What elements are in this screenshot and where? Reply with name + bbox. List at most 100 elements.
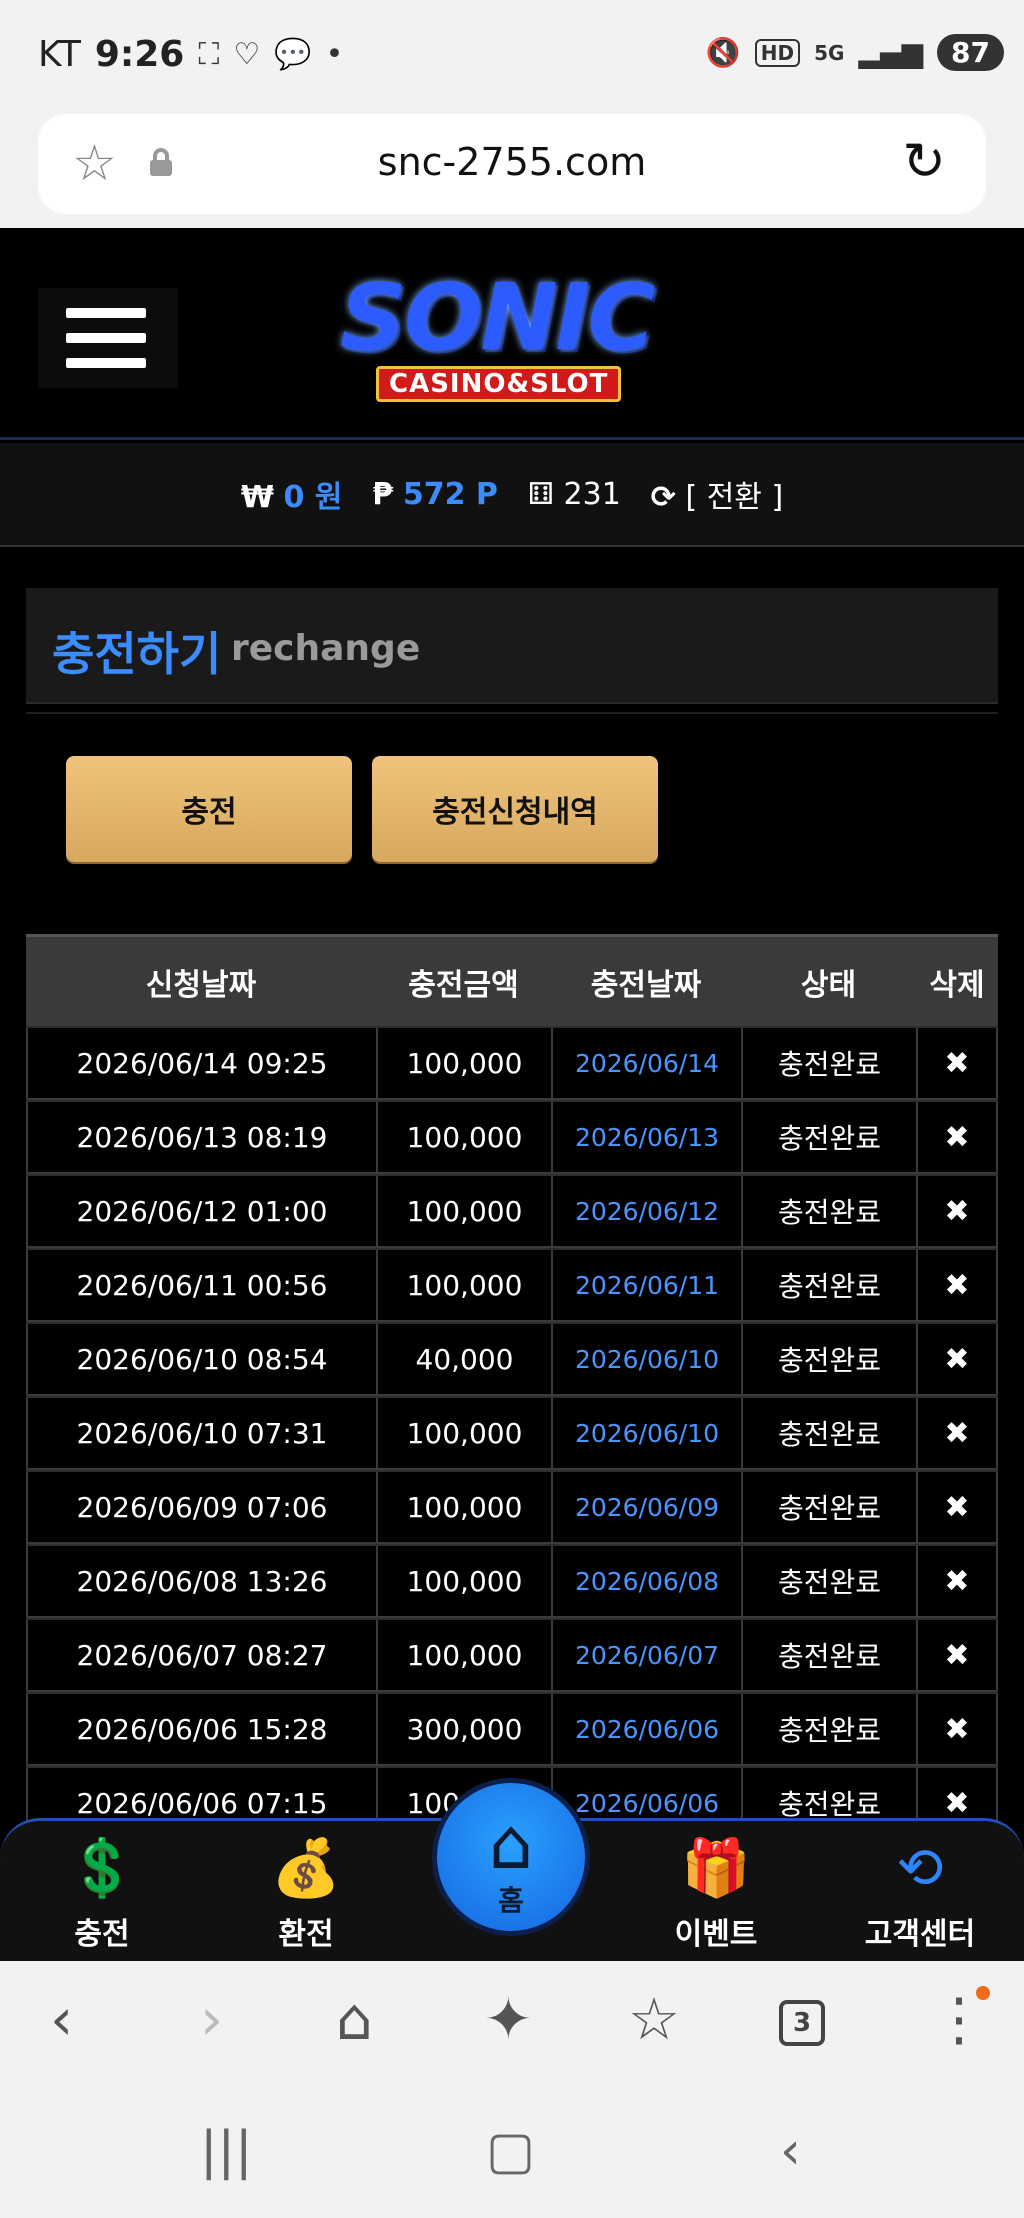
cell-charged-date: 2026/06/10: [551, 1398, 741, 1470]
table-row: 2026/06/11 00:56 100,000 2026/06/11 충전완료 ✖: [26, 1248, 998, 1322]
hand-money-icon: 💲: [67, 1836, 137, 1901]
cell-amount: 100,000: [376, 1250, 551, 1322]
browser-address-area: ☆ snc-2755.com ↻: [0, 112, 1024, 228]
header-charged-date: 충전날짜: [590, 967, 702, 1003]
dot-icon: •: [325, 37, 344, 72]
cell-requested-date: 2026/06/06 15:28: [26, 1694, 376, 1766]
nav-exchange-label: 환전: [278, 1917, 334, 1952]
delete-icon[interactable]: ✖: [916, 1398, 998, 1470]
recent-apps-icon[interactable]: |||: [200, 2121, 253, 2181]
dice-icon: ⚅: [527, 476, 554, 512]
nav-home-button[interactable]: ⌂ 홈: [432, 1778, 590, 1936]
cell-requested-date: 2026/06/10 08:54: [26, 1324, 376, 1396]
bookmarks-icon[interactable]: ☆: [628, 1989, 680, 2049]
battery-indicator: 87: [937, 34, 1004, 71]
cell-charged-date: 2026/06/14: [551, 1028, 741, 1100]
table-row: 2026/06/14 09:25 100,000 2026/06/14 충전완료 ✖: [26, 1026, 998, 1100]
chip-balance: ⚅ 231: [528, 477, 621, 512]
hd-icon: HD: [754, 38, 801, 67]
delete-icon[interactable]: ✖: [916, 1620, 998, 1692]
cell-charged-date: 2026/06/09: [551, 1472, 741, 1544]
support-24-icon: ⟲: [896, 1836, 944, 1901]
address-bar[interactable]: ☆ snc-2755.com ↻: [38, 114, 986, 214]
menu-button[interactable]: [38, 288, 178, 388]
delete-icon[interactable]: ✖: [916, 1324, 998, 1396]
won-value: 0 원: [283, 480, 343, 515]
charge-history-button[interactable]: 충전신청내역: [372, 756, 658, 862]
delete-icon[interactable]: ✖: [916, 1546, 998, 1618]
hamburger-line: [66, 358, 146, 368]
table-row: 2026/06/07 08:27 100,000 2026/06/07 충전완료 ✖: [26, 1618, 998, 1692]
switch-button[interactable]: ⟳ [ 전환 ]: [651, 472, 783, 516]
delete-icon[interactable]: ✖: [916, 1028, 998, 1100]
tabs-button[interactable]: 3: [779, 2000, 825, 2046]
cell-amount: 300,000: [376, 1694, 551, 1766]
delete-icon[interactable]: ✖: [916, 1176, 998, 1248]
cell-charged-date: 2026/06/13: [551, 1102, 741, 1174]
table-row: 2026/06/10 07:31 100,000 2026/06/10 충전완료 ✖: [26, 1396, 998, 1470]
section-header: 충전하기 rechange: [26, 588, 998, 704]
system-home-icon[interactable]: ▢: [486, 2121, 535, 2181]
gift-icon: 🎁: [681, 1836, 751, 1901]
cell-amount: 40,000: [376, 1324, 551, 1396]
nav-home-label: 홈: [498, 1884, 524, 1917]
sparkle-icon[interactable]: ✦: [484, 1989, 533, 2049]
refresh-icon: ⟳: [650, 480, 676, 515]
hamburger-line: [66, 308, 146, 318]
cell-requested-date: 2026/06/12 01:00: [26, 1176, 376, 1248]
cell-requested-date: 2026/06/07 08:27: [26, 1620, 376, 1692]
nav-charge[interactable]: 💲 충전: [22, 1821, 182, 1964]
cell-requested-date: 2026/06/08 13:26: [26, 1546, 376, 1618]
header-amount: 충전금액: [408, 967, 519, 1003]
logo-main-text: SONIC: [340, 264, 655, 371]
table-row: 2026/06/08 13:26 100,000 2026/06/08 충전완료 ✖: [26, 1544, 998, 1618]
section-subtitle: rechange: [231, 628, 421, 669]
delete-icon[interactable]: ✖: [916, 1250, 998, 1322]
cell-amount: 100,000: [376, 1176, 551, 1248]
cell-requested-date: 2026/06/10 07:31: [26, 1398, 376, 1470]
delete-icon[interactable]: ✖: [916, 1694, 998, 1766]
table-row: 2026/06/12 01:00 100,000 2026/06/12 충전완료 ✖: [26, 1174, 998, 1248]
balance-bar: ₩ 0 원 ₱ 572 P ⚅ 231 ⟳ [ 전환 ]: [0, 443, 1024, 547]
cell-charged-date: 2026/06/10: [551, 1324, 741, 1396]
header-delete: 삭제: [929, 967, 985, 1003]
cell-status: 충전완료: [741, 1028, 916, 1100]
won-icon: ₩: [240, 480, 274, 515]
cell-requested-date: 2026/06/13 08:19: [26, 1102, 376, 1174]
system-nav-bar: ||| ▢ ‹: [0, 2091, 1024, 2218]
back-icon[interactable]: ‹: [50, 1989, 73, 2049]
table-row: 2026/06/13 08:19 100,000 2026/06/13 충전완료 ✖: [26, 1100, 998, 1174]
charge-button[interactable]: 충전: [66, 756, 352, 862]
home-icon: ⌂: [488, 1803, 534, 1885]
forward-icon[interactable]: ›: [200, 1989, 223, 2049]
reload-icon[interactable]: ↻: [902, 134, 946, 190]
delete-icon[interactable]: ✖: [916, 1102, 998, 1174]
clock: 9:26: [94, 34, 185, 75]
site-header: SONIC CASINO&SLOT: [0, 228, 1024, 440]
hamburger-line: [66, 333, 146, 343]
signal-icon: ▂▄▆: [858, 36, 924, 69]
nav-exchange[interactable]: 💰 환전: [226, 1821, 386, 1964]
system-back-icon[interactable]: ‹: [780, 2121, 801, 2181]
nav-event[interactable]: 🎁 이벤트: [636, 1821, 796, 1964]
point-value: 572 P: [402, 476, 498, 512]
table-body: 2026/06/14 09:25 100,000 2026/06/14 충전완료 ✖ 20…: [26, 1026, 998, 1840]
table-row: 2026/06/06 15:28 300,000 2026/06/06 충전완료 ✖: [26, 1692, 998, 1766]
url-text[interactable]: snc-2755.com: [38, 140, 986, 184]
point-balance: ₱ 572 P: [372, 477, 497, 512]
nav-support[interactable]: ⟲ 고객센터: [840, 1821, 1000, 1964]
chip-value: 231: [563, 476, 621, 512]
cell-status: 충전완료: [741, 1694, 916, 1766]
cell-requested-date: 2026/06/14 09:25: [26, 1028, 376, 1100]
cell-status: 충전완료: [741, 1546, 916, 1618]
nav-event-label: 이벤트: [674, 1917, 758, 1952]
cell-charged-date: 2026/06/06: [551, 1694, 741, 1766]
site-logo[interactable]: SONIC CASINO&SLOT: [310, 258, 730, 408]
cell-charged-date: 2026/06/08: [551, 1546, 741, 1618]
home-browser-icon[interactable]: ⌂: [336, 1989, 373, 2049]
heart-icon: ♡: [233, 37, 261, 72]
carrier-label: KT: [38, 34, 81, 75]
cell-amount: 100,000: [376, 1102, 551, 1174]
delete-icon[interactable]: ✖: [916, 1472, 998, 1544]
cell-charged-date: 2026/06/07: [551, 1620, 741, 1692]
